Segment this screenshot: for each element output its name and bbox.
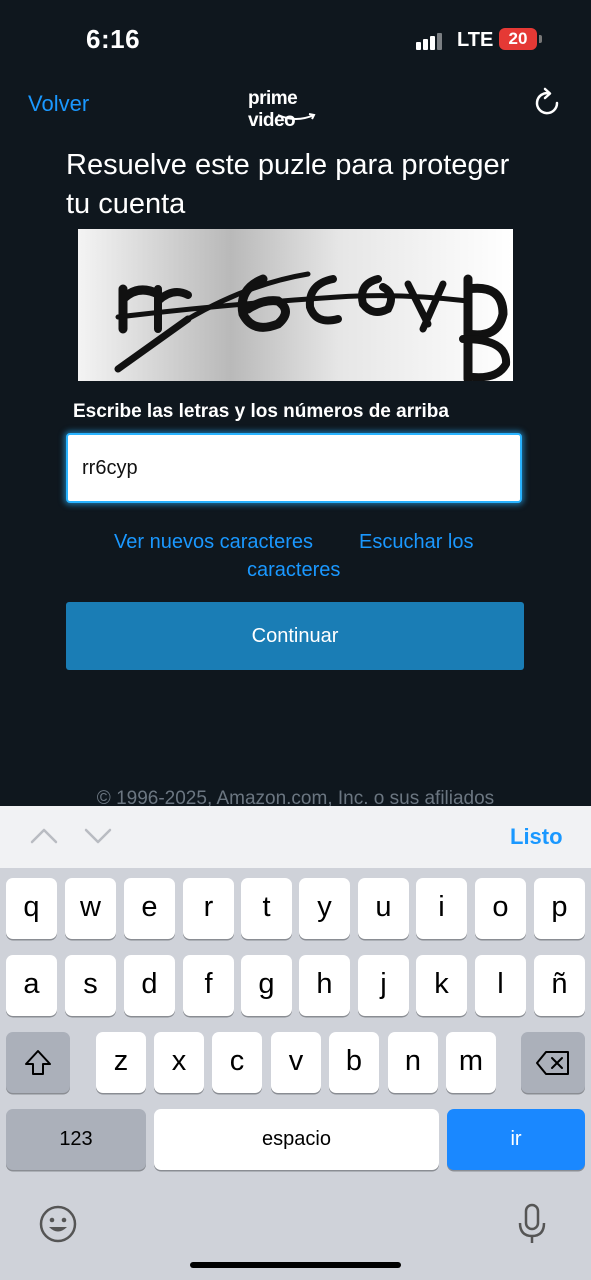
key-d[interactable]: d (124, 955, 175, 1016)
key-y[interactable]: y (299, 878, 350, 939)
key-e[interactable]: e (124, 878, 175, 939)
signal-icon (416, 30, 448, 50)
key-m[interactable]: m (446, 1032, 496, 1093)
key-p[interactable]: p (534, 878, 585, 939)
status-time: 6:16 (86, 24, 141, 54)
key-q[interactable]: q (6, 878, 57, 939)
key-o[interactable]: o (475, 878, 526, 939)
space-key[interactable]: espacio (154, 1109, 439, 1170)
key-w[interactable]: w (65, 878, 116, 939)
battery-nub (539, 35, 542, 43)
key-v[interactable]: v (271, 1032, 321, 1093)
captcha-input-label: Escribe las letras y los números de arri… (73, 401, 449, 422)
captcha-image (78, 229, 513, 381)
smile-icon (277, 113, 316, 120)
shift-key[interactable] (6, 1032, 70, 1093)
key-a[interactable]: a (6, 955, 57, 1016)
key-c[interactable]: c (212, 1032, 262, 1093)
key-l[interactable]: l (475, 955, 526, 1016)
back-button[interactable]: Volver (28, 91, 89, 117)
continue-button[interactable]: Continuar (66, 602, 524, 670)
new-characters-link[interactable]: Ver nuevos caracteres (114, 531, 313, 554)
microphone-icon[interactable] (516, 1202, 548, 1246)
battery-icon: 20 (499, 28, 537, 50)
shift-icon (25, 1050, 51, 1075)
key-t[interactable]: t (241, 878, 292, 939)
keyboard: q w e r t y u i o p a s d f g h j k l ñ … (0, 868, 591, 1280)
key-f[interactable]: f (183, 955, 234, 1016)
backspace-icon (536, 1051, 569, 1075)
logo-text: prime video (248, 88, 298, 131)
home-indicator[interactable] (190, 1262, 401, 1268)
backspace-key[interactable] (521, 1032, 585, 1093)
chevron-up-icon[interactable] (29, 823, 59, 849)
emoji-icon[interactable] (38, 1204, 78, 1244)
key-i[interactable]: i (416, 878, 467, 939)
key-x[interactable]: x (154, 1032, 204, 1093)
go-key[interactable]: ir (447, 1109, 585, 1170)
numbers-key[interactable]: 123 (6, 1109, 146, 1170)
listen-characters-link-line2[interactable]: caracteres (247, 559, 340, 582)
key-u[interactable]: u (358, 878, 409, 939)
keyboard-toolbar: Listo (0, 806, 591, 868)
page-title: Resuelve este puzle para proteger tu cue… (66, 149, 510, 220)
key-j[interactable]: j (358, 955, 409, 1016)
key-r[interactable]: r (183, 878, 234, 939)
key-s[interactable]: s (65, 955, 116, 1016)
captcha-input[interactable]: rr6cyp (66, 433, 522, 503)
key-b[interactable]: b (329, 1032, 379, 1093)
chevron-down-icon[interactable] (83, 823, 113, 849)
nav-bar: Volver prime video (0, 80, 591, 131)
prime-video-logo: prime video (248, 88, 344, 131)
refresh-icon[interactable] (530, 86, 564, 120)
listen-characters-link[interactable]: Escuchar los (359, 531, 474, 554)
network-type: LTE (457, 29, 494, 51)
key-g[interactable]: g (241, 955, 292, 1016)
key-enye[interactable]: ñ (534, 955, 585, 1016)
status-bar: 6:16 LTE 20 (0, 0, 591, 80)
key-n[interactable]: n (388, 1032, 438, 1093)
done-button[interactable]: Listo (510, 824, 563, 850)
key-z[interactable]: z (96, 1032, 146, 1093)
key-k[interactable]: k (416, 955, 467, 1016)
key-h[interactable]: h (299, 955, 350, 1016)
